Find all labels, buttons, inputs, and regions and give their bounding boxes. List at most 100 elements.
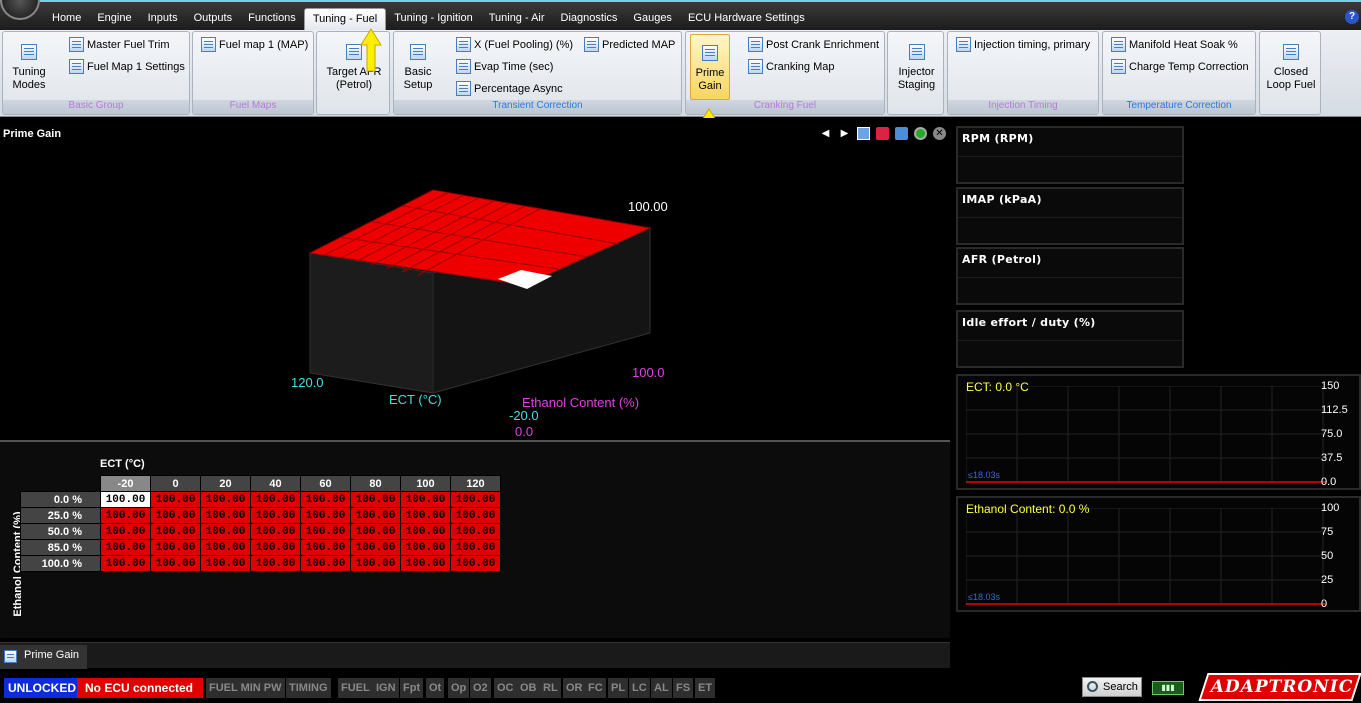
menu-tab-home[interactable]: Home [44,8,89,30]
table-cell[interactable]: 100.00 [350,507,401,524]
table-cell[interactable]: 100.00 [100,539,151,556]
cranking-map-button[interactable]: Cranking Map [748,58,834,76]
table-cell[interactable]: 100.00 [300,491,351,508]
menu-tab-gauges[interactable]: Gauges [625,8,680,30]
table-cell[interactable]: 100.00 [150,539,201,556]
prev-icon[interactable]: ◀ [819,127,832,140]
table-cell[interactable]: 100.00 [400,491,451,508]
evap-time-button[interactable]: Evap Time (sec) [456,58,553,76]
ecu-status-badge[interactable]: No ECU connected [77,678,203,698]
menu-tab-tuning-ignition[interactable]: Tuning - Ignition [386,8,480,30]
column-header[interactable]: -20 [100,475,151,492]
x-fuel-pooling-button[interactable]: X (Fuel Pooling) (%) [456,36,573,54]
table-cell[interactable]: 100.00 [400,507,451,524]
table-cell[interactable]: 100.00 [100,491,151,508]
manifold-heat-soak-button[interactable]: Manifold Heat Soak % [1111,36,1238,54]
next-icon[interactable]: ▶ [838,127,851,140]
table-cell[interactable]: 100.00 [200,491,251,508]
table-cell[interactable]: 100.00 [200,555,251,572]
prime-gain-button[interactable]: Prime Gain [690,34,730,100]
table-cell[interactable]: 100.00 [400,539,451,556]
column-header[interactable]: 100 [400,475,451,492]
master-fuel-trim-button[interactable]: Master Fuel Trim [69,36,170,54]
menu-tab-outputs[interactable]: Outputs [186,8,241,30]
table-cell[interactable]: 100.00 [400,523,451,540]
table-cell[interactable]: 100.00 [300,523,351,540]
row-header[interactable]: 50.0 % [20,523,101,540]
fuel-map1-map-button[interactable]: Fuel map 1 (MAP) [201,36,308,54]
menu-tab-engine[interactable]: Engine [89,8,139,30]
menu-tab-functions[interactable]: Functions [240,8,304,30]
table-cell[interactable]: 100.00 [400,555,451,572]
column-header[interactable]: 0 [150,475,201,492]
table-cell[interactable]: 100.00 [300,539,351,556]
search-button[interactable]: Search [1082,677,1142,697]
3d-view-icon[interactable] [876,127,889,140]
table-cell[interactable]: 100.00 [200,523,251,540]
table-cell[interactable]: 100.00 [150,523,201,540]
post-crank-enrichment-button[interactable]: Post Crank Enrichment [748,36,879,54]
charge-temp-button[interactable]: Charge Temp Correction [1111,58,1249,76]
help-icon[interactable]: ? [1345,10,1359,24]
app-logo-icon[interactable] [0,0,40,20]
tuning-modes-button[interactable]: Tuning Modes [7,42,51,92]
basic-setup-button[interactable]: Basic Setup [396,42,440,92]
menu-tab-diagnostics[interactable]: Diagnostics [553,8,626,30]
fuel-map1-settings-button[interactable]: Fuel Map 1 Settings [69,58,185,76]
table-cell[interactable]: 100.00 [100,523,151,540]
table-cell[interactable]: 100.00 [350,555,401,572]
table-cell[interactable]: 100.00 [250,507,301,524]
trend-ect[interactable]: ECT: 0.0 °C 150 112.5 75.0 37.5 0.0 ≤18.… [956,374,1361,490]
surface-plot[interactable]: 100.00 120.0 ECT (°C) -20.0 100.0 Ethano… [0,148,950,440]
table-cell[interactable]: 100.00 [350,523,401,540]
unlocked-badge[interactable]: UNLOCKED [4,678,80,698]
gauge-imap[interactable]: IMAP (kPaA) [956,187,1184,245]
menu-tab-tuning-fuel[interactable]: Tuning - Fuel [303,8,387,30]
table-view-icon[interactable] [857,127,870,140]
table-cell[interactable]: 100.00 [150,555,201,572]
table-cell[interactable]: 100.00 [350,491,401,508]
table-cell[interactable]: 100.00 [350,539,401,556]
gauge-icon[interactable] [914,127,927,140]
table-cell[interactable]: 100.00 [450,523,501,540]
table-cell[interactable]: 100.00 [450,555,501,572]
gauge-rpm[interactable]: RPM (RPM) [956,126,1184,184]
table-cell[interactable]: 100.00 [250,523,301,540]
save-icon[interactable] [895,127,908,140]
gauge-afr[interactable]: AFR (Petrol) [956,247,1184,305]
row-header[interactable]: 85.0 % [20,539,101,556]
menu-tab-inputs[interactable]: Inputs [140,8,186,30]
table-cell[interactable]: 100.00 [200,507,251,524]
column-header[interactable]: 120 [450,475,501,492]
table-cell[interactable]: 100.00 [100,507,151,524]
column-header[interactable]: 80 [350,475,401,492]
gauge-idle-effort[interactable]: Idle effort / duty (%) [956,310,1184,368]
table-cell[interactable]: 100.00 [450,539,501,556]
predicted-map-button[interactable]: Predicted MAP [584,36,675,54]
menu-tab-ecu-hardware-settings[interactable]: ECU Hardware Settings [680,8,813,30]
table-cell[interactable]: 100.00 [300,507,351,524]
table-cell[interactable]: 100.00 [100,555,151,572]
menu-tab-tuning-air[interactable]: Tuning - Air [481,8,553,30]
row-header[interactable]: 25.0 % [20,507,101,524]
table-cell[interactable]: 100.00 [200,539,251,556]
table-cell[interactable]: 100.00 [450,491,501,508]
column-header[interactable]: 40 [250,475,301,492]
row-header[interactable]: 100.0 % [20,555,101,572]
table-cell[interactable]: 100.00 [250,555,301,572]
tab-prime-gain[interactable]: Prime Gain [0,645,88,669]
percentage-async-button[interactable]: Percentage Async [456,80,563,98]
row-header[interactable]: 0.0 % [20,491,101,508]
injector-staging-button[interactable]: Injector Staging [890,42,943,92]
table-cell[interactable]: 100.00 [300,555,351,572]
table-cell[interactable]: 100.00 [250,491,301,508]
column-header[interactable]: 20 [200,475,251,492]
table-cell[interactable]: 100.00 [250,539,301,556]
table-cell[interactable]: 100.00 [450,507,501,524]
trend-ethanol[interactable]: Ethanol Content: 0.0 % 100 75 50 25 0 ≤1… [956,496,1361,612]
closed-loop-fuel-button[interactable]: Closed Loop Fuel [1262,42,1320,92]
column-header[interactable]: 60 [300,475,351,492]
injection-timing-button[interactable]: Injection timing, primary [956,36,1090,54]
close-icon[interactable]: ✕ [933,127,946,140]
table-cell[interactable]: 100.00 [150,491,201,508]
